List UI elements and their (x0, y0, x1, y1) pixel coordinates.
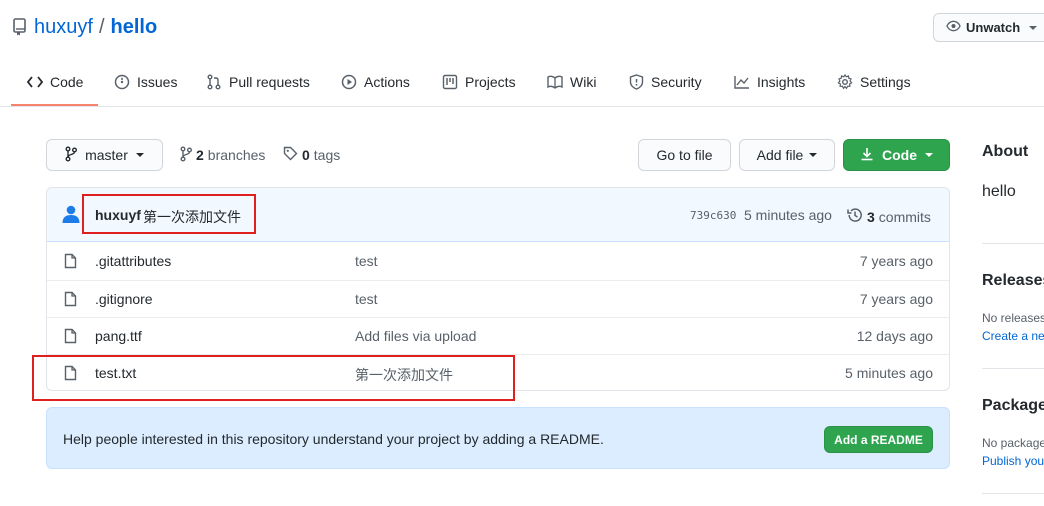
download-icon (860, 147, 874, 164)
branch-icon (65, 146, 78, 165)
repo-header: huxuyf / hello (12, 14, 157, 40)
releases-empty-text: No releases (982, 311, 1044, 325)
tab-pull-requests[interactable]: Pull requests (206, 58, 310, 106)
tab-label: Wiki (570, 74, 597, 90)
repo-separator: / (98, 15, 105, 38)
tab-wiki[interactable]: Wiki (547, 58, 596, 106)
file-name[interactable]: .gitignore (95, 291, 153, 307)
file-row[interactable]: .gitattributes test 7 years ago (47, 243, 949, 280)
tab-label: Actions (364, 74, 410, 90)
tag-icon (283, 146, 298, 164)
tab-actions[interactable]: Actions (341, 58, 410, 106)
tab-label: Settings (860, 74, 911, 90)
commits-history-link[interactable]: 3 commits (847, 207, 931, 226)
branches-label: branches (207, 147, 266, 163)
tags-count: 0 (302, 147, 310, 163)
tab-label: Security (651, 74, 702, 90)
book-icon (547, 75, 563, 89)
file-name[interactable]: .gitattributes (95, 253, 171, 269)
sidebar-divider (982, 493, 1044, 494)
tab-label: Insights (757, 74, 806, 90)
file-name[interactable]: pang.ttf (95, 328, 142, 344)
tab-issues[interactable]: Issues (114, 58, 177, 106)
branch-icon (180, 146, 192, 165)
releases-heading[interactable]: Releases (982, 272, 1044, 290)
code-download-button[interactable]: Code (843, 139, 950, 171)
tags-label: tags (313, 147, 341, 163)
tab-settings[interactable]: Settings (837, 58, 911, 106)
file-row[interactable]: .gitignore test 7 years ago (47, 280, 949, 317)
chevron-down-icon (135, 153, 144, 157)
file-row[interactable]: pang.ttf Add files via upload 12 days ag… (47, 317, 949, 354)
code-icon (27, 76, 43, 88)
tags-link[interactable]: 0 tags (283, 146, 340, 164)
unwatch-button[interactable]: Unwatch (933, 13, 1044, 42)
chevron-down-icon (1029, 25, 1038, 30)
gear-icon (837, 74, 853, 90)
play-icon (341, 74, 357, 90)
file-age: 12 days ago (856, 328, 933, 344)
file-icon (64, 291, 77, 310)
branches-link[interactable]: 2 branches (180, 146, 265, 164)
go-to-file-label: Go to file (656, 147, 713, 163)
about-description: hello (982, 183, 1016, 200)
create-release-link[interactable]: Create a nev (982, 329, 1044, 343)
branch-select-button[interactable]: master (46, 139, 163, 171)
pull-request-icon (206, 74, 222, 90)
commits-label: commits (878, 208, 931, 225)
branches-count: 2 (196, 147, 204, 163)
file-commit-message[interactable]: test (355, 253, 378, 269)
about-heading: About (982, 143, 1029, 160)
eye-icon (946, 20, 961, 35)
repo-icon (12, 18, 28, 36)
file-icon (64, 253, 77, 272)
selected-tab-indicator (11, 104, 98, 106)
tab-label: Pull requests (229, 74, 310, 90)
unwatch-label: Unwatch (966, 20, 1021, 35)
issue-icon (114, 74, 130, 90)
annotation-box-commit (82, 194, 256, 234)
project-icon (442, 74, 458, 90)
code-button-label: Code (882, 147, 917, 163)
tab-security[interactable]: Security (629, 58, 702, 106)
readme-prompt-text: Help people interested in this repositor… (63, 431, 604, 447)
commit-time: 5 minutes ago (744, 207, 832, 223)
annotation-box-file-row (32, 355, 515, 401)
branch-name: master (85, 147, 128, 163)
history-icon (847, 207, 863, 226)
file-commit-message[interactable]: test (355, 291, 378, 307)
tab-label: Projects (465, 74, 516, 90)
repo-nav-tabs: Code Issues Pull requests Actions Projec… (0, 58, 1044, 107)
sidebar-divider (982, 243, 1044, 244)
file-age: 5 minutes ago (845, 365, 933, 381)
add-file-button[interactable]: Add file (739, 139, 835, 171)
readme-banner: Help people interested in this repositor… (46, 407, 950, 469)
repo-name-link[interactable]: hello (111, 16, 158, 39)
tab-projects[interactable]: Projects (442, 58, 516, 106)
chevron-down-icon (925, 153, 933, 157)
tab-label: Issues (137, 74, 178, 90)
file-icon (64, 328, 77, 347)
file-commit-message[interactable]: Add files via upload (355, 328, 476, 344)
graph-icon (734, 75, 750, 89)
publish-package-link[interactable]: Publish you (982, 454, 1044, 468)
add-readme-button[interactable]: Add a README (824, 426, 933, 453)
commit-sha[interactable]: 739c630 (690, 209, 736, 222)
shield-icon (629, 74, 644, 90)
avatar[interactable] (61, 204, 81, 227)
repo-owner-link[interactable]: huxuyf (34, 16, 93, 39)
tab-insights[interactable]: Insights (734, 58, 805, 106)
go-to-file-button[interactable]: Go to file (638, 139, 731, 171)
commits-count: 3 (867, 208, 875, 225)
sidebar-divider (982, 368, 1044, 369)
chevron-down-icon (809, 153, 818, 157)
packages-heading[interactable]: Packages (982, 397, 1044, 415)
add-file-label: Add file (756, 147, 804, 163)
file-age: 7 years ago (859, 253, 933, 269)
packages-empty-text: No package (982, 436, 1044, 450)
tab-code[interactable]: Code (27, 58, 83, 106)
tab-label: Code (50, 74, 84, 90)
file-age: 7 years ago (859, 291, 933, 307)
